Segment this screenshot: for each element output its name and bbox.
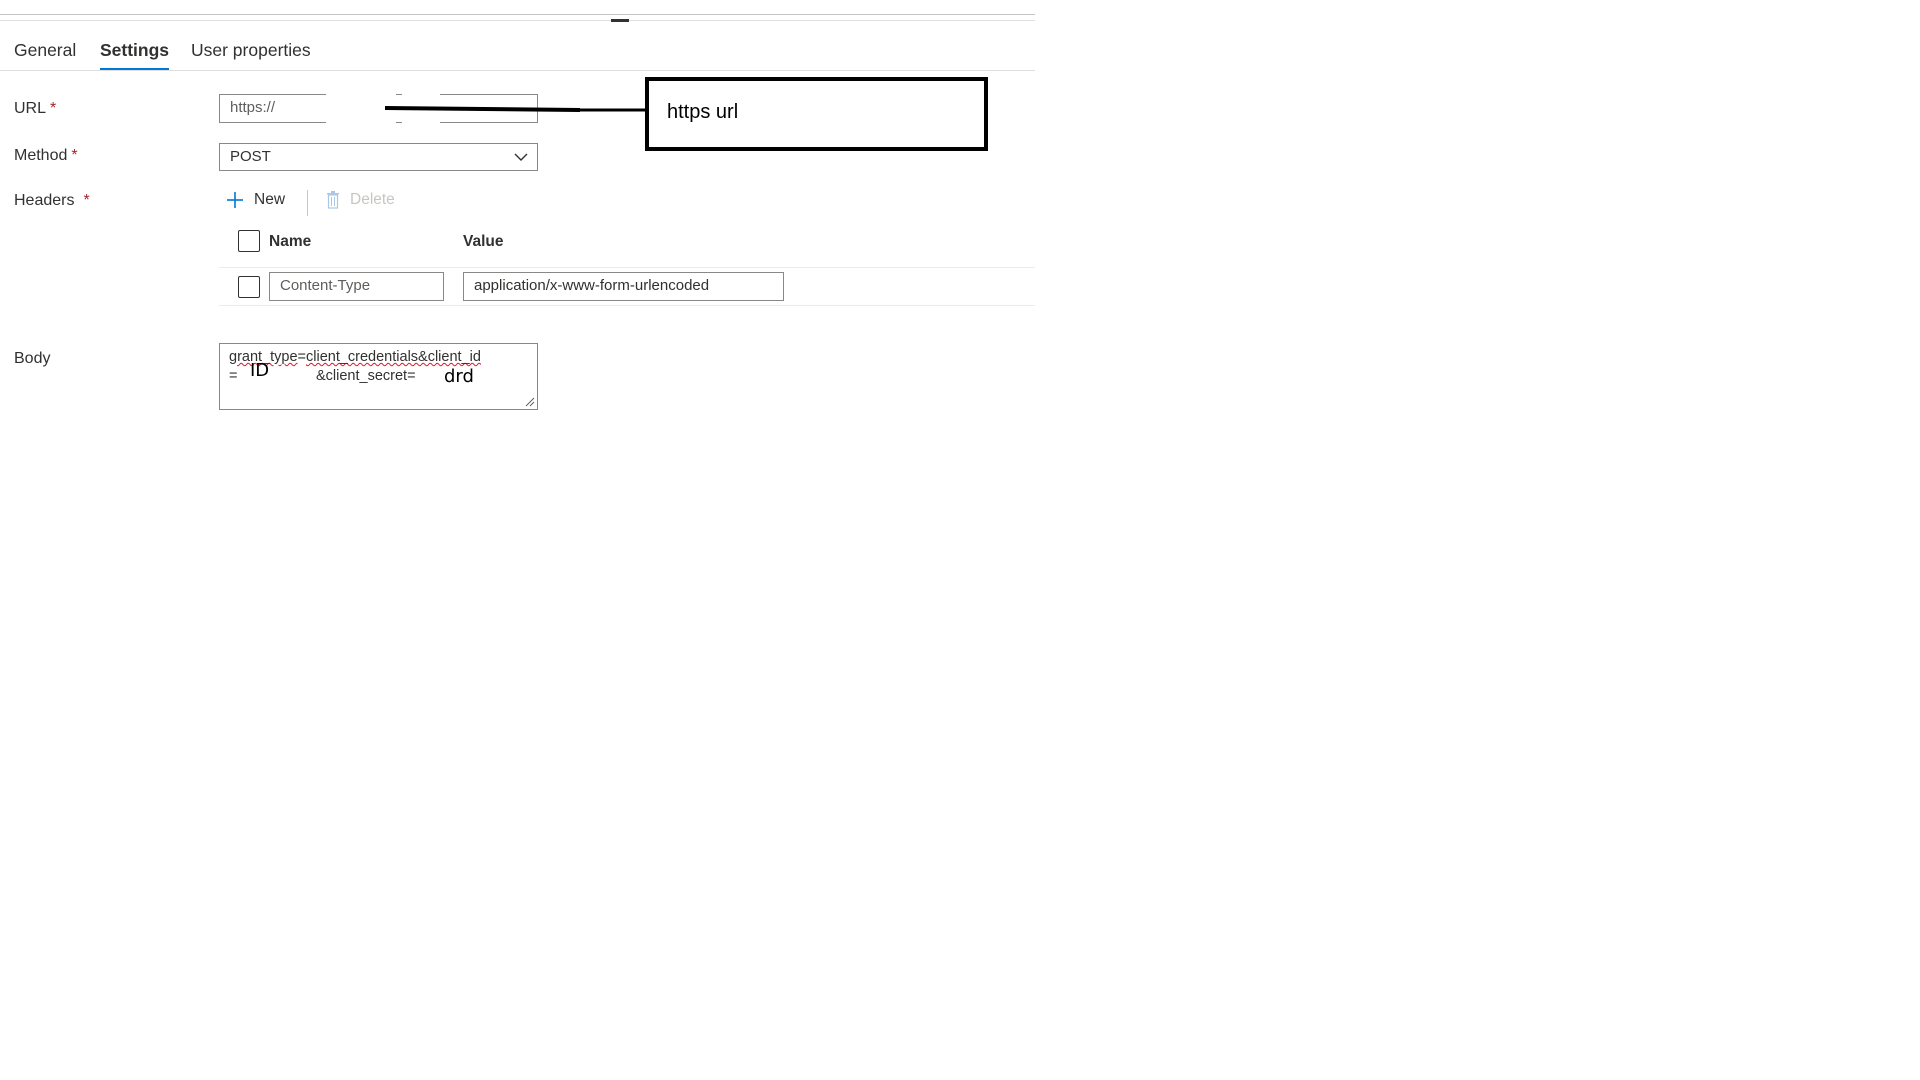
annotation-text: https url — [667, 101, 739, 123]
handwritten-secret: drd — [444, 366, 474, 387]
headers-label-text: Headers — [14, 192, 75, 209]
add-icon — [227, 192, 243, 208]
body-line-2-secret: &client_secret= — [316, 368, 416, 384]
column-header-value: Value — [463, 233, 504, 250]
body-text-segment: client_credentials&client_id — [306, 349, 481, 365]
handwritten-id: ID — [250, 360, 270, 381]
new-button-label: New — [254, 191, 286, 208]
body-label: Body — [14, 350, 50, 368]
select-all-checkbox[interactable] — [238, 230, 260, 252]
header-name-input[interactable]: Content-Type — [269, 272, 444, 301]
resize-grip-icon[interactable] — [523, 395, 535, 407]
delete-button-label: Delete — [350, 191, 395, 208]
trash-icon — [327, 191, 339, 209]
header-value-input[interactable]: application/x-www-form-urlencoded — [463, 272, 784, 301]
row-divider — [219, 305, 1035, 306]
body-text-segment: = — [297, 349, 306, 365]
headers-label: Headers * — [14, 192, 90, 210]
new-header-button[interactable]: New — [226, 187, 285, 213]
row-checkbox[interactable] — [238, 276, 260, 298]
toolbar-divider — [307, 190, 308, 216]
row-divider — [219, 267, 1035, 268]
body-line-2-eq: = — [229, 368, 238, 384]
body-label-text: Body — [14, 350, 51, 367]
annotation-box: https url — [645, 77, 988, 151]
header-value-value: application/x-www-form-urlencoded — [474, 277, 710, 294]
delete-header-button[interactable]: Delete — [326, 187, 395, 213]
column-header-name: Name — [269, 233, 312, 250]
header-name-value: Content-Type — [280, 277, 371, 294]
body-textarea[interactable]: grant_type=client_credentials&client_id … — [219, 343, 538, 410]
required-mark: * — [83, 192, 90, 209]
